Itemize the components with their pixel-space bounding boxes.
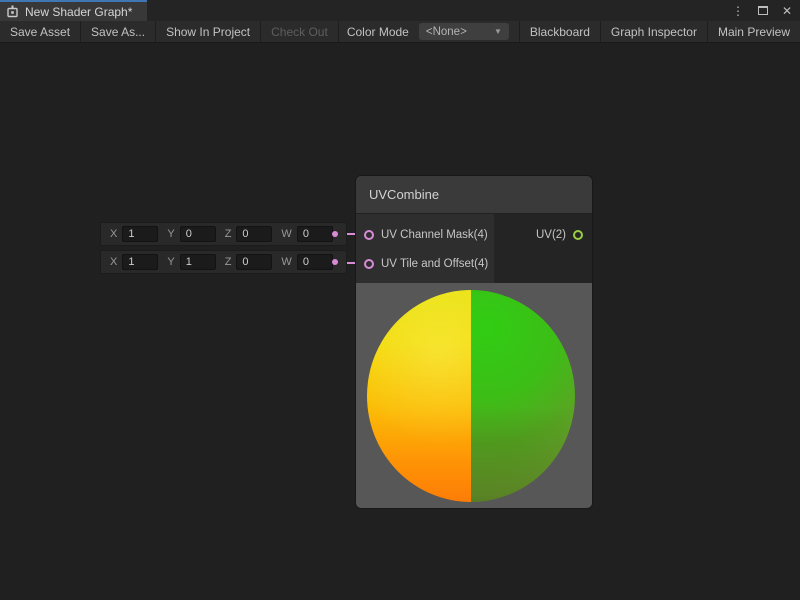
input-port-label: UV Channel Mask(4)	[381, 229, 488, 241]
vector-field-x: X 1	[110, 254, 158, 270]
preview-sphere-left-half	[367, 290, 471, 502]
field-label-y: Y	[167, 228, 174, 240]
close-icon[interactable]: ✕	[782, 5, 792, 17]
node-preview[interactable]	[356, 283, 592, 508]
save-asset-button[interactable]: Save Asset	[0, 21, 81, 42]
field-value-x[interactable]: 1	[122, 254, 158, 270]
output-port-row-uv: UV(2)	[536, 230, 583, 240]
window-controls: ⋮ ✕	[732, 0, 792, 21]
show-in-project-button[interactable]: Show In Project	[156, 21, 261, 42]
graph-inspector-toggle-button[interactable]: Graph Inspector	[600, 21, 707, 42]
input-port-row-tile-offset: UV Tile and Offset(4)	[364, 259, 488, 269]
node-ports-area: UV Channel Mask(4) UV Tile and Offset(4)…	[356, 214, 592, 283]
node-input-panel	[356, 214, 494, 283]
chevron-down-icon: ▼	[494, 27, 502, 36]
save-as-button[interactable]: Save As...	[81, 21, 156, 42]
field-label-x: X	[110, 228, 117, 240]
vector-field-z: Z 0	[225, 226, 273, 242]
input-port-row-channel-mask: UV Channel Mask(4)	[364, 230, 488, 240]
shader-graph-window: New Shader Graph* ⋮ ✕ Save Asset Save As…	[0, 0, 800, 600]
field-label-y: Y	[167, 256, 174, 268]
tab-title: New Shader Graph*	[25, 5, 132, 19]
node-uvcombine[interactable]: UVCombine UV Channel Mask(4) UV Tile and…	[355, 175, 593, 509]
vector4-input-channel-mask: X 1 Y 0 Z 0 W 0	[100, 222, 347, 246]
main-preview-toggle-button[interactable]: Main Preview	[707, 21, 800, 42]
field-label-w: W	[281, 256, 291, 268]
field-value-x[interactable]: 1	[122, 226, 158, 242]
field-value-y[interactable]: 0	[180, 226, 216, 242]
output-port-label: UV(2)	[536, 229, 566, 241]
shader-graph-toolbar: Save Asset Save As... Show In Project Ch…	[0, 21, 800, 43]
vector-field-x: X 1	[110, 226, 158, 242]
preview-sphere-right-half	[471, 290, 575, 502]
field-value-w[interactable]: 0	[297, 226, 333, 242]
vector-field-w: W 0	[281, 226, 332, 242]
vector-field-y: Y 0	[167, 226, 215, 242]
vector-field-z: Z 0	[225, 254, 273, 270]
field-value-w[interactable]: 0	[297, 254, 333, 270]
vector4-input-tile-offset: X 1 Y 1 Z 0 W 0	[100, 250, 347, 274]
output-port-dot[interactable]	[332, 259, 338, 265]
vector-field-w: W 0	[281, 254, 332, 270]
menu-kebab-icon[interactable]: ⋮	[732, 5, 744, 17]
vector-field-y: Y 1	[167, 254, 215, 270]
field-label-z: Z	[225, 256, 232, 268]
shader-graph-asset-icon	[6, 5, 19, 18]
check-out-button: Check Out	[261, 21, 339, 42]
field-value-y[interactable]: 1	[180, 254, 216, 270]
field-label-x: X	[110, 256, 117, 268]
node-header[interactable]: UVCombine	[356, 176, 592, 214]
blackboard-toggle-button[interactable]: Blackboard	[519, 21, 600, 42]
output-port-icon[interactable]	[573, 230, 583, 240]
tab-bar: New Shader Graph* ⋮ ✕	[0, 0, 800, 21]
input-port-icon[interactable]	[364, 230, 374, 240]
color-mode-label: Color Mode	[339, 21, 419, 42]
field-value-z[interactable]: 0	[236, 226, 272, 242]
field-value-z[interactable]: 0	[236, 254, 272, 270]
node-title: UVCombine	[369, 187, 439, 202]
input-port-label: UV Tile and Offset(4)	[381, 258, 488, 270]
color-mode-dropdown[interactable]: <None> ▼	[419, 23, 509, 40]
input-port-icon[interactable]	[364, 259, 374, 269]
field-label-z: Z	[225, 228, 232, 240]
color-mode-value: <None>	[426, 26, 467, 38]
tab-new-shader-graph[interactable]: New Shader Graph*	[0, 0, 147, 21]
preview-sphere	[367, 290, 575, 502]
output-port-dot[interactable]	[332, 231, 338, 237]
field-label-w: W	[281, 228, 291, 240]
maximize-icon[interactable]	[758, 6, 768, 15]
